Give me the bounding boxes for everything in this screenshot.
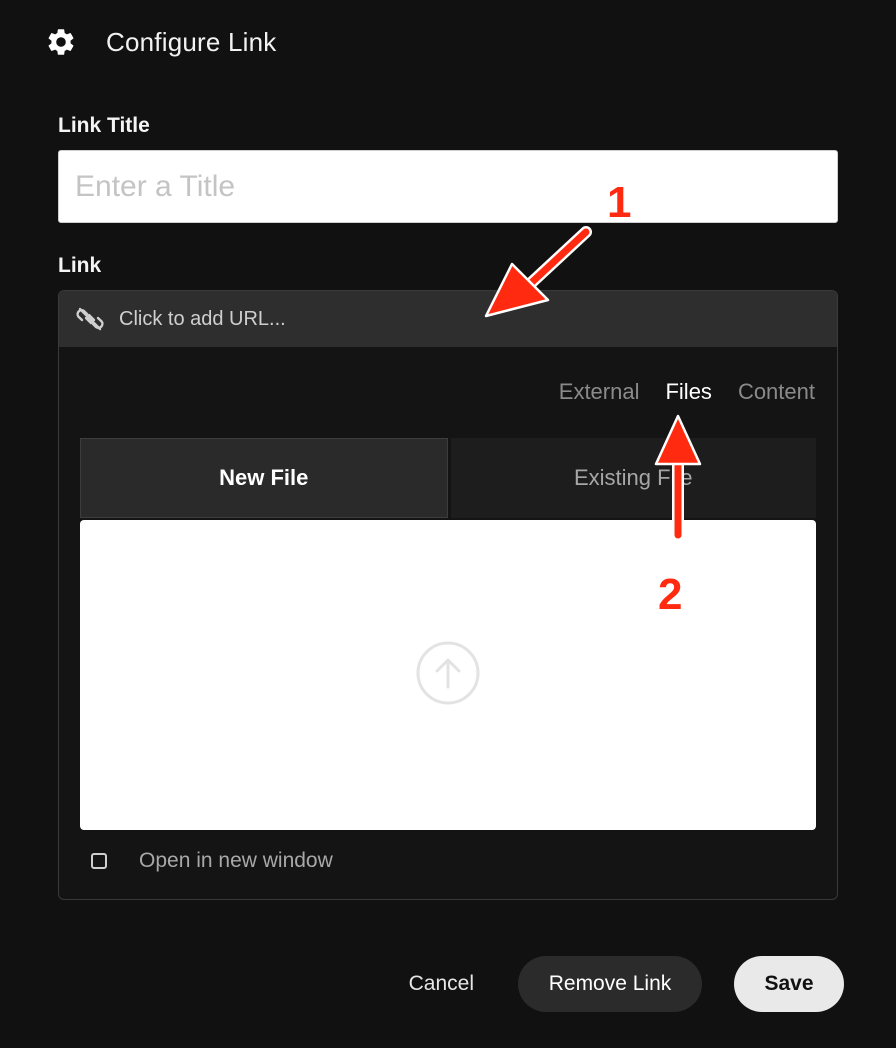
file-tabs: New File Existing File [80,438,816,518]
save-button[interactable]: Save [734,956,844,1012]
tab-external[interactable]: External [559,379,640,405]
open-new-window-row: Open in new window [91,849,333,873]
source-tabs: External Files Content [559,379,815,405]
link-title-input[interactable] [58,150,838,223]
url-input-bar[interactable]: Click to add URL... [59,291,837,347]
cancel-button[interactable]: Cancel [383,956,500,1012]
upload-arrow-icon [415,640,481,711]
tab-content[interactable]: Content [738,379,815,405]
annotation-number-1: 1 [607,178,632,227]
dialog-footer: Cancel Remove Link Save [383,956,844,1012]
dialog-title: Configure Link [106,26,277,57]
annotation-number-2: 2 [658,570,683,619]
link-label: Link [58,254,102,277]
dialog-header: Configure Link [44,24,276,60]
gear-icon [44,25,78,59]
file-upload-dropzone[interactable] [80,520,816,830]
url-placeholder: Click to add URL... [119,307,286,330]
unlink-icon [75,304,105,334]
tab-files[interactable]: Files [665,379,711,405]
open-new-window-checkbox[interactable] [91,853,107,869]
tab-existing-file[interactable]: Existing File [450,438,816,518]
remove-link-button[interactable]: Remove Link [518,956,702,1012]
open-new-window-label: Open in new window [139,849,333,872]
link-panel: Click to add URL... External Files Conte… [58,290,838,900]
tab-new-file[interactable]: New File [80,438,448,518]
link-title-label: Link Title [58,114,150,137]
